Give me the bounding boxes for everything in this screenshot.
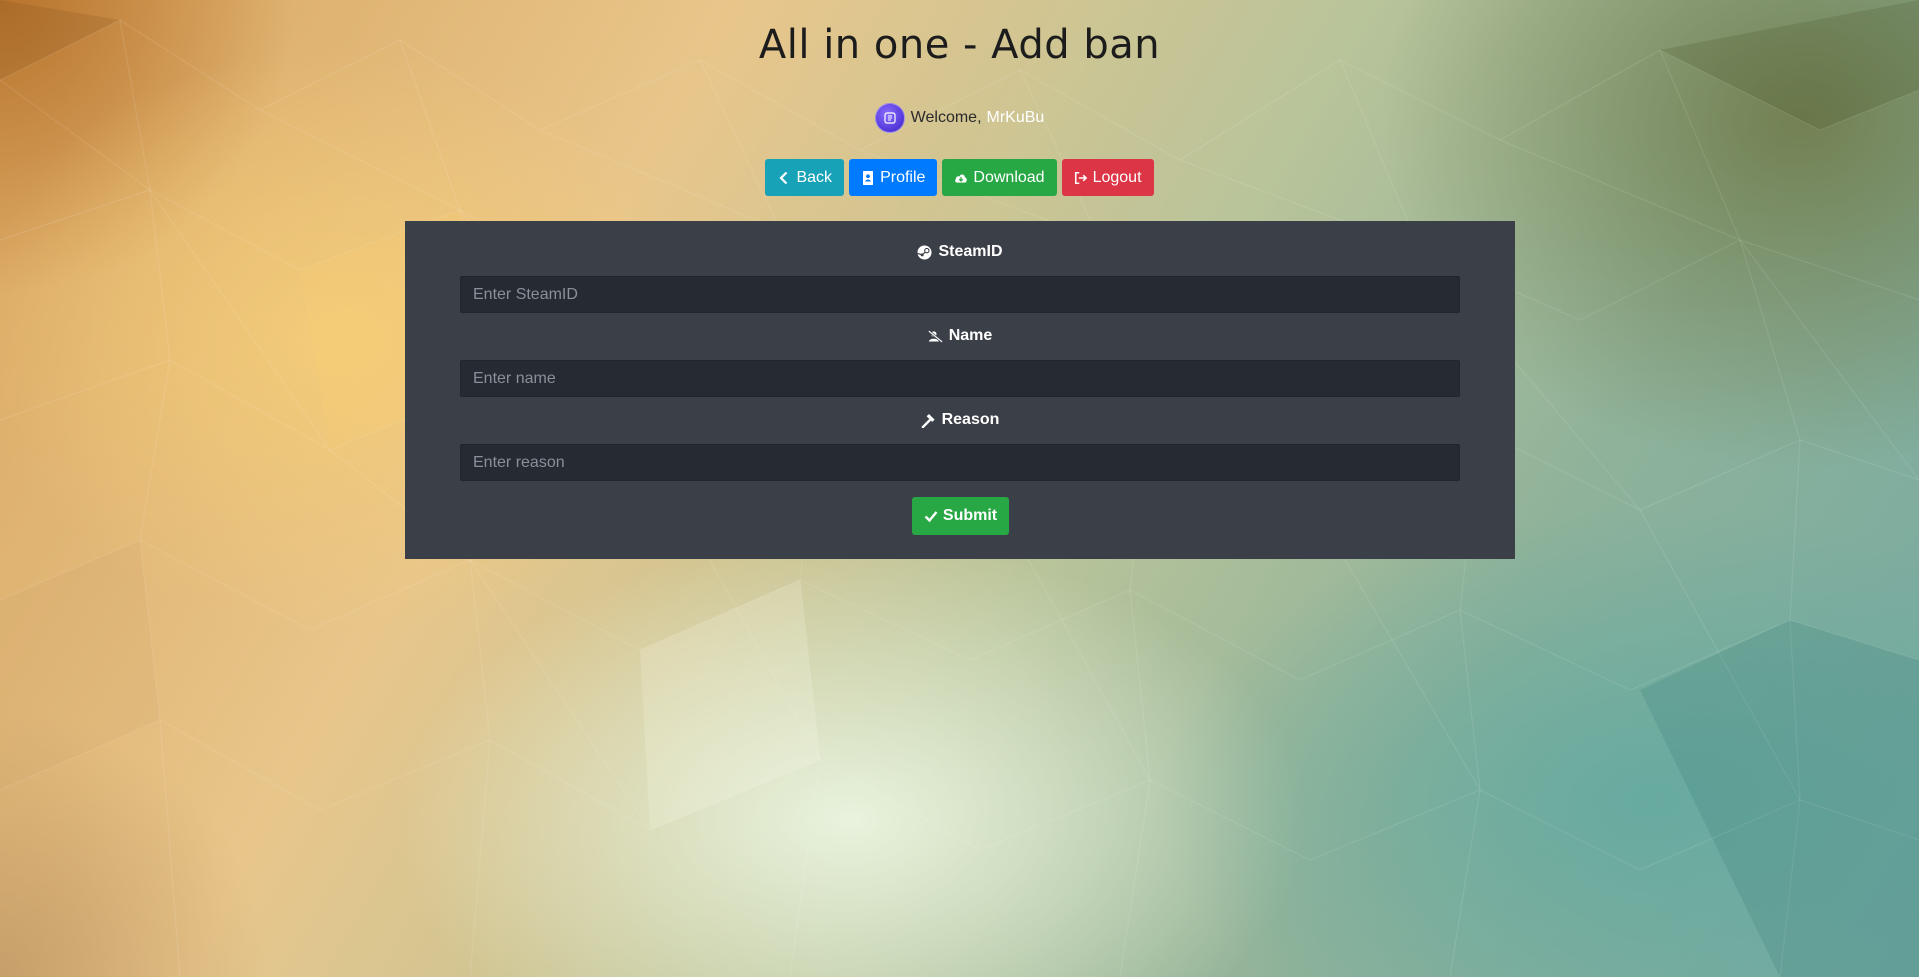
nav-buttons: Back Profile Download Logout xyxy=(0,159,1919,196)
avatar[interactable] xyxy=(874,103,905,133)
download-button-label: Download xyxy=(973,168,1045,186)
logout-button-label: Logout xyxy=(1092,168,1142,186)
welcome-text: Welcome, xyxy=(910,109,982,126)
submit-button-label: Submit xyxy=(942,507,998,524)
name-input[interactable] xyxy=(460,360,1460,397)
username-link[interactable]: MrKuBu xyxy=(987,109,1045,127)
sign-out-icon xyxy=(1074,171,1087,184)
gavel-icon xyxy=(921,413,935,428)
welcome-bar: Welcome, MrKuBu xyxy=(0,103,1919,133)
download-button[interactable]: Download xyxy=(942,159,1057,196)
name-label: Name xyxy=(405,327,1515,345)
reason-label: Reason xyxy=(405,411,1515,429)
check-icon xyxy=(924,511,938,523)
logout-button[interactable]: Logout xyxy=(1061,159,1154,196)
user-slash-icon xyxy=(927,329,943,343)
back-button[interactable]: Back xyxy=(765,159,845,196)
page: All in one - Add ban Welcome, MrKuBu Bac… xyxy=(0,0,1919,977)
avatar-logo-icon xyxy=(884,112,896,124)
steamid-input[interactable] xyxy=(460,276,1460,313)
steamid-label-text: SteamID xyxy=(938,243,1003,260)
profile-button-label: Profile xyxy=(880,168,926,186)
profile-button[interactable]: Profile xyxy=(849,159,938,196)
name-label-text: Name xyxy=(948,327,993,344)
submit-button[interactable]: Submit xyxy=(912,497,1009,535)
reason-label-text: Reason xyxy=(941,411,1000,428)
cloud-download-icon xyxy=(955,173,968,183)
add-ban-form: SteamID Name Reason Submit xyxy=(405,221,1515,559)
chevron-left-icon xyxy=(779,171,788,184)
steam-icon xyxy=(917,244,933,260)
steamid-label: SteamID xyxy=(405,243,1515,261)
page-title: All in one - Add ban xyxy=(758,22,1161,68)
back-button-label: Back xyxy=(796,168,833,186)
reason-input[interactable] xyxy=(460,444,1460,481)
id-badge-icon xyxy=(863,170,874,185)
